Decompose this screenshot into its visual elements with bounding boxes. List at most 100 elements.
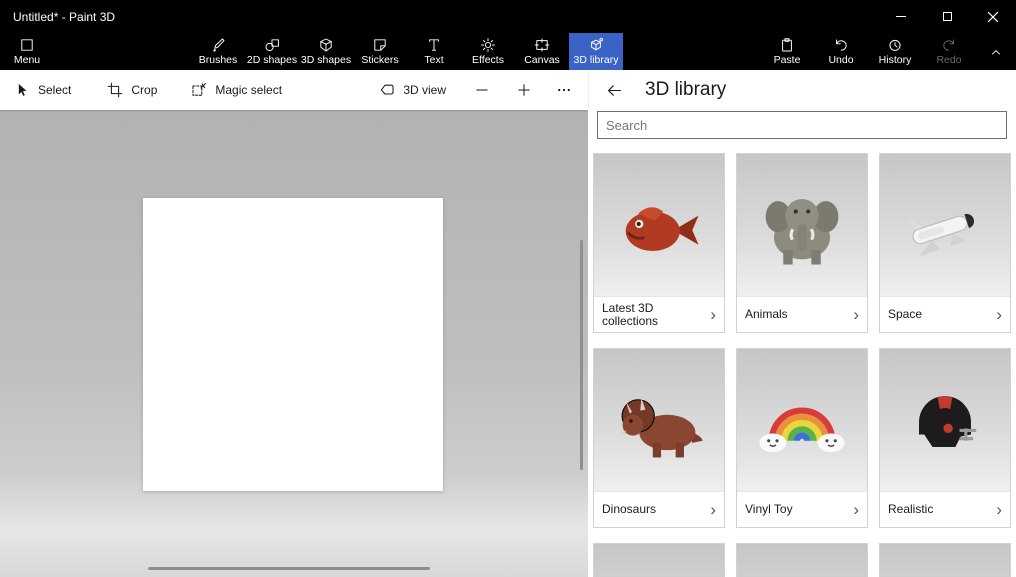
card-label-row: Animals › bbox=[737, 296, 867, 332]
restore-icon bbox=[943, 12, 952, 21]
tool-label: Undo bbox=[828, 54, 853, 66]
card-label-row: Dinosaurs › bbox=[594, 491, 724, 527]
magic-select-label: Magic select bbox=[215, 83, 282, 97]
tool-label: Canvas bbox=[524, 54, 560, 66]
card-image bbox=[880, 349, 1010, 491]
zoom-in-button[interactable] bbox=[516, 82, 532, 98]
minimize-icon bbox=[896, 16, 906, 17]
library-card-grid: Latest 3D collections › bbox=[588, 153, 1016, 577]
select-label: Select bbox=[38, 83, 71, 97]
tool-label: Effects bbox=[472, 54, 504, 66]
history-button[interactable]: History bbox=[868, 33, 922, 70]
redo-button[interactable]: Redo bbox=[922, 33, 976, 70]
chevron-right-icon: › bbox=[710, 308, 716, 321]
tool-effects[interactable]: Effects bbox=[461, 33, 515, 70]
menu-button[interactable]: Menu bbox=[0, 33, 52, 70]
card-latest-3d-collections[interactable]: Latest 3D collections › bbox=[593, 153, 725, 333]
chevron-right-icon: › bbox=[853, 503, 859, 516]
mushroom-model-image-partial bbox=[750, 563, 854, 577]
expand-ribbon-button[interactable] bbox=[976, 33, 1016, 70]
zoom-in-icon bbox=[516, 82, 532, 98]
crop-button[interactable]: Crop bbox=[107, 82, 157, 98]
canvas-icon bbox=[534, 37, 550, 53]
minimize-button[interactable] bbox=[878, 0, 924, 33]
card-label: Dinosaurs bbox=[602, 503, 656, 516]
vertical-scrollbar[interactable] bbox=[580, 240, 583, 470]
chevron-right-icon: › bbox=[996, 503, 1002, 516]
card-label-row: Vinyl Toy › bbox=[737, 491, 867, 527]
brush-icon bbox=[210, 37, 226, 53]
magic-select-button[interactable]: Magic select bbox=[191, 82, 282, 98]
back-button[interactable] bbox=[601, 77, 627, 103]
undo-button[interactable]: Undo bbox=[814, 33, 868, 70]
card-space[interactable]: Space › bbox=[879, 153, 1011, 333]
card-label: Latest 3D collections bbox=[602, 302, 690, 328]
space-shuttle-model-image bbox=[893, 173, 997, 277]
card-label: Animals bbox=[745, 308, 788, 321]
search-input[interactable] bbox=[597, 111, 1007, 139]
card-vinyl-toy[interactable]: Vinyl Toy › bbox=[736, 348, 868, 528]
magic-select-icon bbox=[191, 82, 207, 98]
workspace bbox=[0, 110, 588, 577]
zoom-out-button[interactable] bbox=[474, 82, 490, 98]
card-image bbox=[594, 154, 724, 296]
card-image bbox=[737, 544, 867, 577]
card-image bbox=[737, 154, 867, 296]
3d-view-button[interactable]: 3D view bbox=[379, 82, 446, 98]
tool-label: 2D shapes bbox=[247, 54, 297, 66]
horizontal-scrollbar[interactable] bbox=[148, 567, 430, 570]
effects-icon bbox=[480, 37, 496, 53]
main-toolbar: Menu Brushes 2D shapes 3D shapes Sticker… bbox=[0, 33, 1016, 70]
card-image bbox=[594, 544, 724, 577]
crop-label: Crop bbox=[131, 83, 157, 97]
card-image bbox=[880, 544, 1010, 577]
tool-brushes[interactable]: Brushes bbox=[191, 33, 245, 70]
tool-2d-shapes[interactable]: 2D shapes bbox=[245, 33, 299, 70]
paint-3d-window: Untitled* - Paint 3D Menu Brushes 2D sha… bbox=[0, 0, 1016, 577]
3d-shapes-icon bbox=[318, 37, 334, 53]
tool-label: 3D shapes bbox=[301, 54, 351, 66]
card-realistic[interactable]: Realistic › bbox=[879, 348, 1011, 528]
3d-library-icon bbox=[588, 37, 604, 53]
card-partial-1[interactable] bbox=[593, 543, 725, 577]
tool-label: Text bbox=[424, 54, 443, 66]
drawing-canvas[interactable] bbox=[143, 198, 443, 491]
tool-label: Brushes bbox=[199, 54, 238, 66]
gray-object-model-image-partial bbox=[893, 563, 997, 577]
card-partial-3[interactable] bbox=[879, 543, 1011, 577]
more-options-button[interactable] bbox=[556, 82, 572, 98]
card-label-row: Realistic › bbox=[880, 491, 1010, 527]
close-button[interactable] bbox=[970, 0, 1016, 33]
tool-label: 3D library bbox=[574, 54, 619, 66]
tool-canvas[interactable]: Canvas bbox=[515, 33, 569, 70]
crop-icon bbox=[107, 82, 123, 98]
card-dinosaurs[interactable]: Dinosaurs › bbox=[593, 348, 725, 528]
card-image bbox=[594, 349, 724, 491]
window-title: Untitled* - Paint 3D bbox=[0, 10, 115, 24]
restore-button[interactable] bbox=[924, 0, 970, 33]
menu-label: Menu bbox=[14, 54, 40, 66]
tool-label: Paste bbox=[774, 54, 801, 66]
card-animals[interactable]: Animals › bbox=[736, 153, 868, 333]
tool-3d-library[interactable]: 3D library bbox=[569, 33, 623, 70]
card-image bbox=[737, 349, 867, 491]
triceratops-model-image bbox=[607, 368, 711, 472]
more-options-icon bbox=[556, 82, 572, 98]
close-icon bbox=[988, 12, 998, 22]
card-label-row: Space › bbox=[880, 296, 1010, 332]
tool-stickers[interactable]: Stickers bbox=[353, 33, 407, 70]
3d-library-panel: 3D library Latest 3D collections › bbox=[588, 70, 1016, 577]
select-button[interactable]: Select bbox=[14, 82, 71, 98]
card-partial-2[interactable] bbox=[736, 543, 868, 577]
back-arrow-icon bbox=[606, 82, 623, 99]
title-bar: Untitled* - Paint 3D bbox=[0, 0, 1016, 33]
card-label: Space bbox=[888, 308, 922, 321]
zoom-out-icon bbox=[474, 82, 490, 98]
paste-button[interactable]: Paste bbox=[760, 33, 814, 70]
redo-icon bbox=[941, 37, 957, 53]
tool-text[interactable]: Text bbox=[407, 33, 461, 70]
football-helmet-model-image bbox=[893, 368, 997, 472]
tool-3d-shapes[interactable]: 3D shapes bbox=[299, 33, 353, 70]
sub-toolbar: Select Crop Magic select 3D view bbox=[0, 70, 588, 110]
card-label: Vinyl Toy bbox=[745, 503, 793, 516]
